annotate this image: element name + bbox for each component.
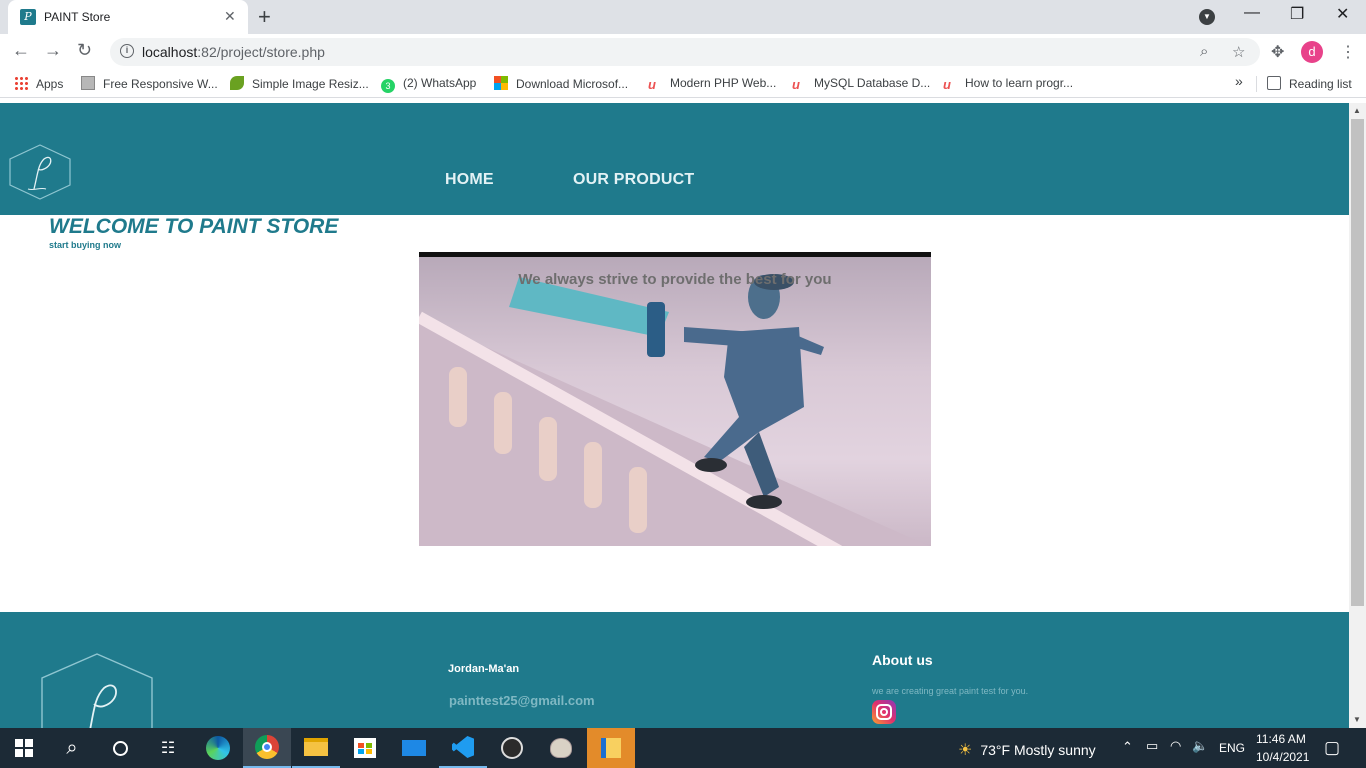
obs-icon[interactable]: [488, 728, 536, 768]
pinned-app-icon[interactable]: [587, 728, 635, 768]
address-bar[interactable]: i localhost:82/project/store.php ⌕ ☆: [110, 38, 1260, 66]
bookmark-item[interactable]: u How to learn progr...: [943, 76, 1073, 92]
wifi-icon[interactable]: ◠: [1170, 738, 1181, 754]
welcome-subtitle: start buying now: [49, 240, 121, 250]
footer-about-text: we are creating great paint test for you…: [872, 686, 1029, 696]
instagram-icon[interactable]: [872, 700, 896, 724]
extensions-puzzle-icon[interactable]: ✥: [1271, 42, 1284, 62]
search-icon[interactable]: ⌕: [48, 728, 96, 768]
bookmark-star-icon[interactable]: ☆: [1232, 43, 1245, 61]
scroll-thumb[interactable]: [1351, 119, 1364, 606]
udemy-icon: u: [943, 77, 951, 92]
whatsapp-icon: 3: [381, 79, 395, 93]
notifications-icon[interactable]: ▢: [1324, 738, 1340, 758]
menu-kebab-icon[interactable]: ⋮: [1340, 42, 1356, 62]
bookmark-item[interactable]: Free Responsive W...: [81, 76, 218, 91]
footer-location: Jordan-Ma'an: [448, 663, 520, 675]
site-info-icon[interactable]: i: [120, 44, 134, 58]
leaf-icon: [230, 76, 244, 90]
close-tab-icon[interactable]: ✕: [224, 8, 236, 25]
paint-app-icon[interactable]: [537, 728, 585, 768]
windows-logo-icon: [15, 739, 33, 757]
udemy-icon: u: [648, 77, 656, 92]
mail-icon[interactable]: [390, 728, 438, 768]
page-viewport: HOME OUR PRODUCT WELCOME TO PAINT STORE …: [0, 103, 1349, 728]
browser-tab[interactable]: P PAINT Store ✕: [8, 0, 248, 34]
footer-email-link[interactable]: painttest25@gmail.com: [449, 693, 595, 708]
promo-video[interactable]: We always strive to provide the best for…: [419, 252, 931, 546]
new-tab-button[interactable]: +: [258, 4, 271, 30]
clock-date[interactable]: 10/4/2021: [1256, 750, 1309, 764]
footer-about-title: About us: [872, 652, 933, 668]
microsoft-store-icon[interactable]: [341, 728, 389, 768]
tab-title: PAINT Store: [44, 10, 111, 24]
site-header: HOME OUR PRODUCT: [0, 103, 1349, 215]
tray-overflow-icon[interactable]: ⌃: [1122, 739, 1133, 755]
windows-taskbar: ⌕ ☷ ☀ 73°F Mostly sunny ⌃ ▭ ◠ 🔈 ENG 11:46…: [0, 728, 1366, 768]
language-indicator[interactable]: ENG: [1219, 741, 1245, 755]
paint-logo-footer-icon: [41, 653, 153, 728]
scroll-down-icon[interactable]: ▼: [1353, 715, 1361, 724]
battery-icon[interactable]: ▭: [1146, 738, 1158, 754]
bookmark-item[interactable]: Download Microsof...: [494, 76, 628, 91]
page-icon: [81, 76, 95, 90]
bookmark-item[interactable]: u Modern PHP Web...: [648, 76, 776, 92]
site-favicon-icon: P: [20, 9, 36, 25]
task-view-icon[interactable]: ☷: [144, 728, 192, 768]
welcome-title: WELCOME TO PAINT STORE: [49, 215, 339, 238]
divider: [1256, 76, 1257, 92]
bookmark-item[interactable]: u MySQL Database D...: [792, 76, 930, 92]
weather-widget[interactable]: ☀ 73°F Mostly sunny: [958, 740, 1096, 760]
forward-arrow-icon[interactable]: →: [44, 40, 62, 61]
edge-icon[interactable]: [194, 728, 242, 768]
nav-our-product-link[interactable]: OUR PRODUCT: [573, 171, 694, 189]
start-button[interactable]: [0, 728, 48, 768]
volume-icon[interactable]: 🔈: [1192, 738, 1208, 754]
bookmark-item[interactable]: Simple Image Resiz...: [230, 76, 369, 91]
cortana-icon[interactable]: [96, 728, 144, 768]
painter-on-stairs-illustration: [419, 274, 929, 546]
reading-list-icon: [1267, 76, 1281, 90]
tab-strip: P PAINT Store ✕ + ▼ — ❐ ✕: [0, 0, 1366, 34]
udemy-icon: u: [792, 77, 800, 92]
url-text[interactable]: localhost:82/project/store.php: [142, 44, 325, 60]
clock-time[interactable]: 11:46 AM: [1256, 732, 1306, 746]
apps-grid-icon: [14, 76, 28, 90]
sun-cloud-icon: ☀: [958, 742, 973, 759]
close-window-button[interactable]: ✕: [1336, 4, 1349, 24]
file-explorer-icon[interactable]: [292, 728, 340, 768]
bookmarks-bar: Apps Free Responsive W... Simple Image R…: [0, 70, 1366, 98]
tab-search-icon[interactable]: ▼: [1199, 9, 1215, 25]
profile-avatar[interactable]: d: [1301, 41, 1323, 63]
video-caption: We always strive to provide the best for…: [518, 271, 832, 288]
bookmark-item[interactable]: 3 (2) WhatsApp: [381, 76, 476, 93]
vscode-icon[interactable]: [439, 728, 487, 768]
back-arrow-icon[interactable]: ←: [12, 40, 30, 61]
reload-icon[interactable]: ↻: [77, 40, 92, 61]
page-scrollbar[interactable]: ▲ ▼: [1349, 103, 1366, 728]
reading-list-button[interactable]: Reading list: [1267, 76, 1352, 91]
bookmarks-overflow-button[interactable]: »: [1235, 73, 1243, 89]
zoom-search-icon[interactable]: ⌕: [1200, 43, 1208, 60]
minimize-button[interactable]: —: [1244, 4, 1260, 22]
bookmark-apps[interactable]: Apps: [14, 76, 63, 91]
browser-toolbar: ← → ↻ i localhost:82/project/store.php ⌕…: [0, 34, 1366, 70]
scroll-up-icon[interactable]: ▲: [1353, 106, 1361, 115]
chrome-icon[interactable]: [243, 728, 291, 768]
microsoft-icon: [494, 76, 508, 90]
paint-logo-icon[interactable]: [8, 143, 72, 201]
nav-home-link[interactable]: HOME: [445, 171, 494, 189]
site-footer: Jordan-Ma'an painttest25@gmail.com About…: [0, 612, 1349, 728]
restore-button[interactable]: ❐: [1290, 4, 1304, 24]
